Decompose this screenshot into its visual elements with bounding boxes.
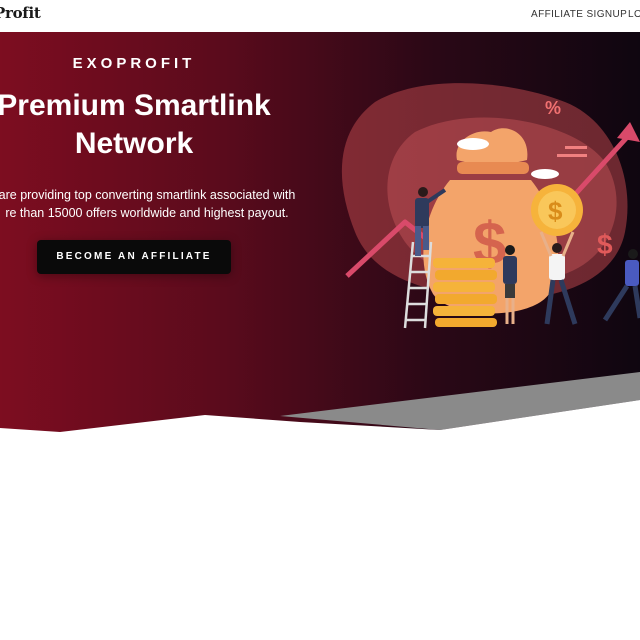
nav-login-link[interactable]: LO bbox=[628, 9, 640, 20]
hero-description: are providing top converting smartlink a… bbox=[0, 186, 308, 222]
site-logo[interactable]: Profit bbox=[0, 4, 41, 22]
svg-text:$: $ bbox=[548, 196, 563, 226]
hero-headline: Premium Smartlink Network bbox=[0, 87, 280, 163]
percent-icon: % bbox=[545, 98, 561, 118]
hero-description-line-2: re than 15000 offers worldwide and highe… bbox=[5, 206, 289, 220]
hero-description-line-1: are providing top converting smartlink a… bbox=[0, 188, 296, 202]
money-bag-tie-icon bbox=[457, 162, 529, 174]
dash-icon bbox=[557, 154, 587, 157]
hero-headline-line-2: Network bbox=[74, 127, 194, 160]
money-bag-illustration: % $ $ $ bbox=[341, 83, 640, 329]
hero-brand: EXOPROFIT bbox=[72, 55, 196, 72]
cloud-icon bbox=[531, 169, 559, 179]
become-affiliate-button[interactable]: BECOME AN AFFILIATE bbox=[37, 240, 231, 274]
nav-affiliate-signup-link[interactable]: AFFILIATE SIGNUP bbox=[531, 9, 627, 20]
coin-stack-icon bbox=[433, 258, 495, 268]
dollar-icon: $ bbox=[597, 229, 613, 260]
arrow-head-icon bbox=[617, 122, 640, 142]
dash-icon bbox=[565, 146, 587, 149]
hero-headline-line-1: Premium Smartlink bbox=[0, 89, 271, 122]
top-nav: Profit AFFILIATE SIGNUP LO bbox=[0, 0, 640, 32]
page: Profit AFFILIATE SIGNUP LO EXOPROFIT Pre… bbox=[0, 0, 640, 640]
cloud-icon bbox=[457, 138, 489, 150]
hero-bottom-wave bbox=[0, 372, 640, 450]
